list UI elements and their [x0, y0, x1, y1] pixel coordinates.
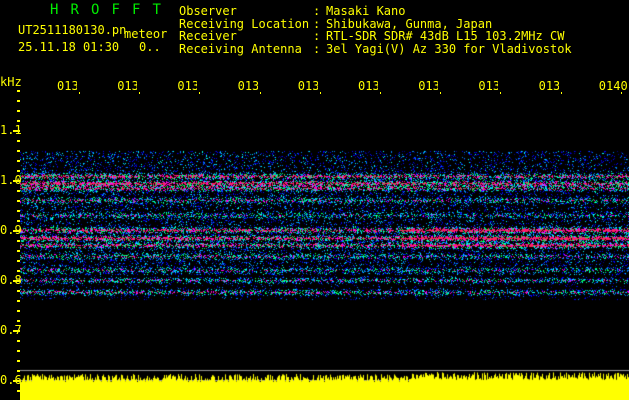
unit-label: kHz: [0, 75, 22, 89]
time-tick: [139, 92, 141, 94]
freq-label: 0.7: [0, 323, 22, 337]
time-label: 0138: [478, 79, 499, 93]
freq-label: 0.9: [0, 223, 22, 237]
info-colon: :: [313, 29, 321, 43]
info-value: Shibukawa, Gunma, Japan: [326, 16, 493, 31]
time-tick: [440, 92, 442, 94]
info-label: Observer: [179, 4, 237, 18]
time-tick: [500, 92, 502, 94]
freq-label: 1.1: [0, 123, 22, 137]
freq-tick: [17, 90, 20, 92]
time-tick: [319, 92, 321, 94]
info-colon: :: [313, 41, 321, 56]
info-label: Receiving Location: [179, 16, 310, 31]
info-value: Masaki Kano: [326, 4, 406, 18]
time-label: 0135: [297, 79, 318, 93]
time-tick: [79, 92, 80, 94]
mode-label: meteor: [124, 27, 168, 41]
title-letter: R: [70, 2, 79, 18]
time-label: 0131: [57, 79, 77, 93]
title-letter: F: [111, 2, 120, 18]
title-letter: H: [50, 2, 59, 18]
spectrogram: [20, 95, 629, 400]
time-label: 0132: [117, 79, 138, 93]
title-letter: O: [91, 2, 100, 18]
app-title: HROFFT: [50, 2, 173, 18]
title-letter: T: [152, 2, 161, 18]
time-tick: [380, 92, 381, 94]
time-label: 0139: [538, 79, 559, 93]
info-label: Receiving Antenna: [179, 41, 302, 56]
count: 0..: [139, 40, 161, 54]
info-colon: :: [313, 16, 321, 31]
file-name: UT2511180130.pn: [18, 23, 127, 37]
info-value: 3el Yagi(V) Az 330 for Vladivostok: [326, 41, 572, 56]
freq-label: 0.6: [0, 373, 22, 387]
time-label: 0133: [177, 79, 198, 93]
info-colon: :: [313, 4, 321, 18]
info-value: RTL-SDR SDR# 43dB L15 103.2MHz CW: [326, 29, 565, 43]
time-label: 0137: [418, 79, 439, 93]
time-tick: [199, 92, 201, 94]
time-label: 0136: [358, 79, 378, 93]
time-label: 0140: [598, 79, 628, 93]
time-tick: [259, 92, 261, 94]
time-tick: [560, 92, 562, 94]
info-label: Receiver: [179, 29, 237, 43]
time-label: 0134: [237, 79, 258, 93]
freq-label: 1.0: [0, 173, 22, 187]
freq-label: 0.8: [0, 273, 22, 287]
title-letter: F: [132, 2, 141, 18]
datetime: 25.11.18 01:30: [18, 40, 120, 54]
